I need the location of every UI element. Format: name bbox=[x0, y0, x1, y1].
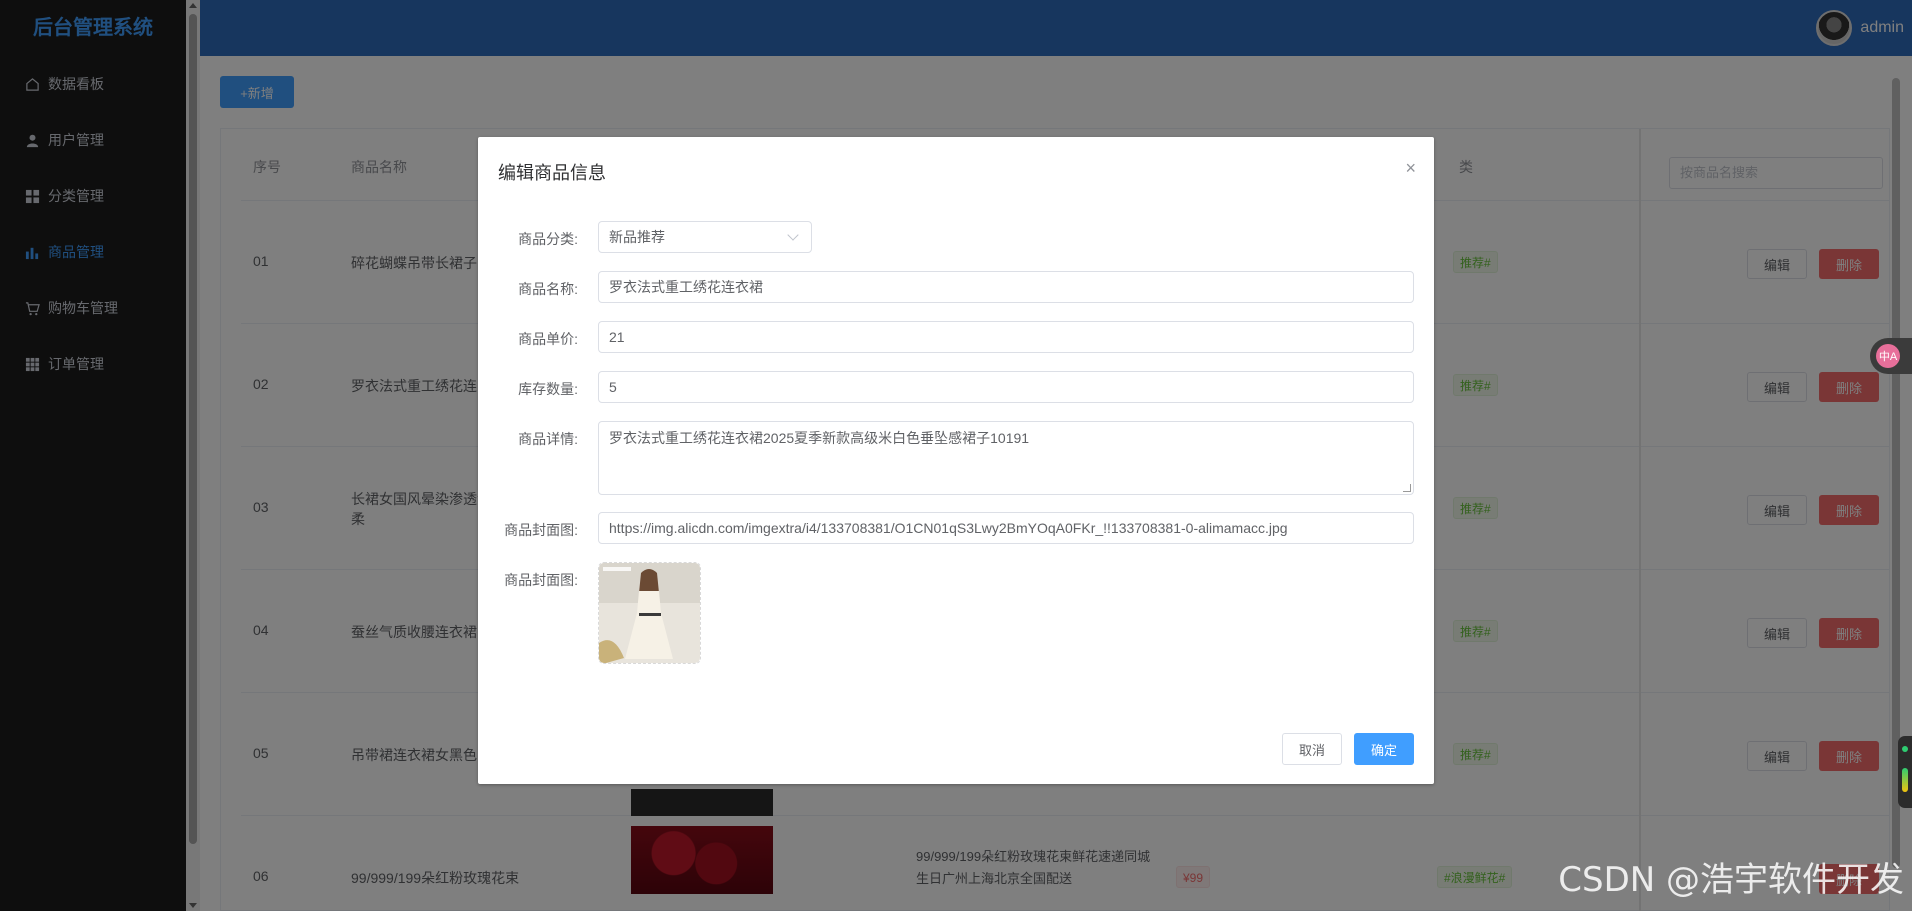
category-value: 新品推荐 bbox=[609, 229, 665, 245]
category-select[interactable]: 新品推荐 bbox=[598, 221, 812, 253]
chevron-down-icon bbox=[787, 229, 799, 241]
cover-url-row: 商品封面图: https://img.alicdn.com/imgextra/i… bbox=[478, 512, 1434, 544]
watermark: CSDN @浩宇软件开发 bbox=[1558, 860, 1904, 900]
stock-label: 库存数量: bbox=[518, 381, 578, 397]
name-label: 商品名称: bbox=[518, 281, 578, 297]
category-row: 商品分类: 新品推荐 bbox=[478, 221, 1434, 253]
close-icon[interactable]: × bbox=[1405, 159, 1416, 177]
cancel-button[interactable]: 取消 bbox=[1282, 733, 1342, 765]
product-price-input[interactable]: 21 bbox=[598, 321, 1414, 353]
stock-row: 库存数量: 5 bbox=[478, 371, 1434, 403]
category-label: 商品分类: bbox=[518, 231, 578, 247]
translate-widget[interactable]: 中A bbox=[1870, 338, 1912, 374]
cover-preview-label: 商品封面图: bbox=[504, 572, 578, 588]
product-name-input[interactable]: 罗衣法式重工绣花连衣裙 bbox=[598, 271, 1414, 303]
name-row: 商品名称: 罗衣法式重工绣花连衣裙 bbox=[478, 271, 1434, 303]
cover-image-preview[interactable] bbox=[598, 562, 701, 664]
price-row: 商品单价: 21 bbox=[478, 321, 1434, 353]
dress-image bbox=[599, 563, 700, 663]
detail-value: 罗衣法式重工绣花连衣裙2025夏季新款高级米白色垂坠感裙子10191 bbox=[609, 430, 1030, 446]
detail-textarea[interactable]: 罗衣法式重工绣花连衣裙2025夏季新款高级米白色垂坠感裙子10191 bbox=[598, 421, 1414, 495]
resize-handle-icon[interactable] bbox=[1403, 484, 1411, 492]
stock-input[interactable]: 5 bbox=[598, 371, 1414, 403]
confirm-button[interactable]: 确定 bbox=[1354, 733, 1414, 765]
edit-product-dialog: 编辑商品信息 × 商品分类: 新品推荐 商品名称: 罗衣法式重工绣花连衣裙 商品… bbox=[478, 137, 1434, 784]
cover-url-label: 商品封面图: bbox=[504, 522, 578, 538]
dialog-title: 编辑商品信息 bbox=[498, 163, 606, 183]
cover-url-input[interactable]: https://img.alicdn.com/imgextra/i4/13370… bbox=[598, 512, 1414, 544]
status-dot-icon bbox=[1902, 746, 1908, 752]
translate-icon: 中A bbox=[1876, 344, 1900, 368]
detail-label: 商品详情: bbox=[518, 431, 578, 447]
status-bar-icon bbox=[1902, 768, 1908, 792]
price-label: 商品单价: bbox=[518, 331, 578, 347]
detail-row: 商品详情: 罗衣法式重工绣花连衣裙2025夏季新款高级米白色垂坠感裙子10191 bbox=[478, 421, 1434, 495]
side-status-widget[interactable] bbox=[1898, 736, 1912, 808]
